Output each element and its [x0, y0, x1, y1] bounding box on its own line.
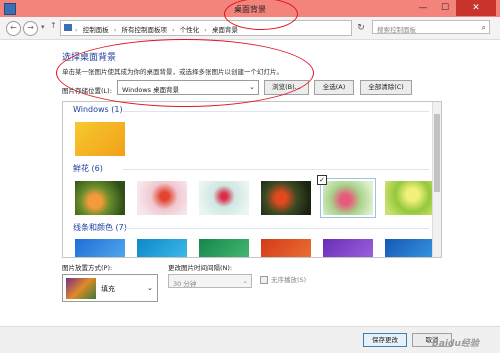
chevron-right-icon: ›	[204, 26, 207, 34]
wallpaper-thumbnail[interactable]	[75, 122, 125, 156]
location-value: Windows 桌面背景	[122, 86, 180, 94]
history-dropdown-icon[interactable]: ▾	[41, 23, 45, 31]
search-icon[interactable]: ⌕	[482, 23, 486, 33]
refresh-icon[interactable]: ↻	[354, 21, 368, 35]
interval-select[interactable]: 30 分钟 ⌄	[168, 274, 252, 288]
wallpaper-thumbnail[interactable]	[137, 239, 187, 257]
gallery-scrollbar[interactable]	[432, 102, 441, 257]
interval-label: 更改图片时间间隔(N):	[168, 264, 233, 272]
shuffle-checkbox[interactable]: 无序播放(S)	[260, 274, 306, 284]
group-divider	[123, 228, 429, 229]
breadcrumb: › 控制面板 › 所有控制面板项 › 个性化 › 桌面背景	[75, 24, 241, 34]
position-select[interactable]: 填充 ⌄	[62, 274, 158, 302]
search-input[interactable]: 搜索控制面板 ⌕	[372, 20, 490, 34]
wallpaper-thumbnail[interactable]	[137, 181, 187, 215]
clear-all-button[interactable]: 全部清除(C)	[360, 80, 412, 95]
control-panel-small-icon	[64, 24, 72, 31]
chevron-right-icon: ›	[172, 26, 175, 34]
chevron-down-icon: ⌄	[242, 277, 248, 285]
scrollbar-thumb[interactable]	[434, 114, 440, 192]
maximize-button[interactable]: ☐	[434, 0, 456, 16]
close-button[interactable]: ✕	[456, 0, 496, 16]
chevron-right-icon: ›	[75, 26, 78, 34]
search-placeholder: 搜索控制面板	[377, 26, 416, 34]
wallpaper-thumbnail[interactable]	[385, 181, 435, 215]
chevron-down-icon: ⌄	[147, 284, 153, 292]
group-divider	[123, 111, 429, 112]
location-select[interactable]: Windows 桌面背景 ⌄	[117, 80, 259, 95]
wallpaper-thumbnail[interactable]	[261, 181, 311, 215]
wallpaper-thumbnail-selected[interactable]: ✓	[317, 175, 376, 218]
fill-preview-icon	[66, 278, 96, 299]
breadcrumb-item[interactable]: 所有控制面板项	[121, 26, 167, 34]
main-content: 选择桌面背景 单击某一张图片使其成为你的桌面背景，或选择多张图片以创建一个幻灯片…	[0, 40, 500, 326]
wallpaper-thumbnail[interactable]	[323, 239, 373, 257]
forward-arrow-icon[interactable]: →	[23, 21, 38, 36]
checkbox-icon[interactable]	[260, 276, 268, 284]
page-title: 选择桌面背景	[62, 53, 117, 63]
position-value: 填充	[101, 285, 115, 293]
breadcrumb-item[interactable]: 个性化	[180, 26, 200, 34]
wallpaper-gallery: Windows (1) 鲜花 (6) ✓ 线条和颜色 (7)	[62, 101, 442, 258]
interval-value: 30 分钟	[173, 280, 197, 288]
back-arrow-icon[interactable]: ←	[6, 21, 21, 36]
checkbox-checked-icon[interactable]: ✓	[317, 175, 327, 185]
breadcrumb-item[interactable]: 桌面背景	[212, 26, 238, 34]
title-bar: 桌面背景 — ☐ ✕	[0, 0, 500, 17]
chevron-down-icon: ⌄	[249, 83, 255, 91]
browse-button[interactable]: 浏览(B)...	[264, 80, 309, 95]
window-controls: — ☐ ✕	[412, 0, 496, 16]
chevron-right-icon: ›	[113, 26, 117, 34]
group-header-lines-colors[interactable]: 线条和颜色 (7)	[73, 222, 127, 233]
address-bar: ← → ▾ ↑ › 控制面板 › 所有控制面板项 › 个性化 › 桌面背景 ↻ …	[0, 17, 500, 40]
wallpaper-thumbnail[interactable]	[385, 239, 435, 257]
baidu-watermark: Baidu经验	[432, 339, 479, 349]
position-label: 图片放置方式(P):	[62, 264, 113, 272]
wallpaper-thumbnail[interactable]	[199, 181, 249, 215]
wallpaper-thumbnail[interactable]	[199, 239, 249, 257]
wallpaper-thumbnail[interactable]	[75, 181, 125, 215]
up-arrow-icon[interactable]: ↑	[50, 21, 57, 30]
shuffle-label: 无序播放(S)	[271, 276, 307, 284]
wallpaper-thumbnail[interactable]	[261, 239, 311, 257]
footer-bar: 保存更改 取消	[0, 326, 500, 353]
location-label: 图片存储位置(L):	[62, 87, 112, 95]
select-all-button[interactable]: 全选(A)	[314, 80, 354, 95]
minimize-button[interactable]: —	[412, 0, 434, 16]
group-header-windows[interactable]: Windows (1)	[73, 105, 123, 114]
group-header-flowers[interactable]: 鲜花 (6)	[73, 163, 103, 174]
group-divider	[123, 169, 429, 170]
save-changes-button[interactable]: 保存更改	[363, 333, 407, 347]
address-field[interactable]: › 控制面板 › 所有控制面板项 › 个性化 › 桌面背景	[60, 20, 352, 36]
breadcrumb-item[interactable]: 控制面板	[83, 26, 109, 34]
page-subtitle: 单击某一张图片使其成为你的桌面背景，或选择多张图片以创建一个幻灯片。	[62, 68, 283, 76]
wallpaper-thumbnail[interactable]	[75, 239, 125, 257]
